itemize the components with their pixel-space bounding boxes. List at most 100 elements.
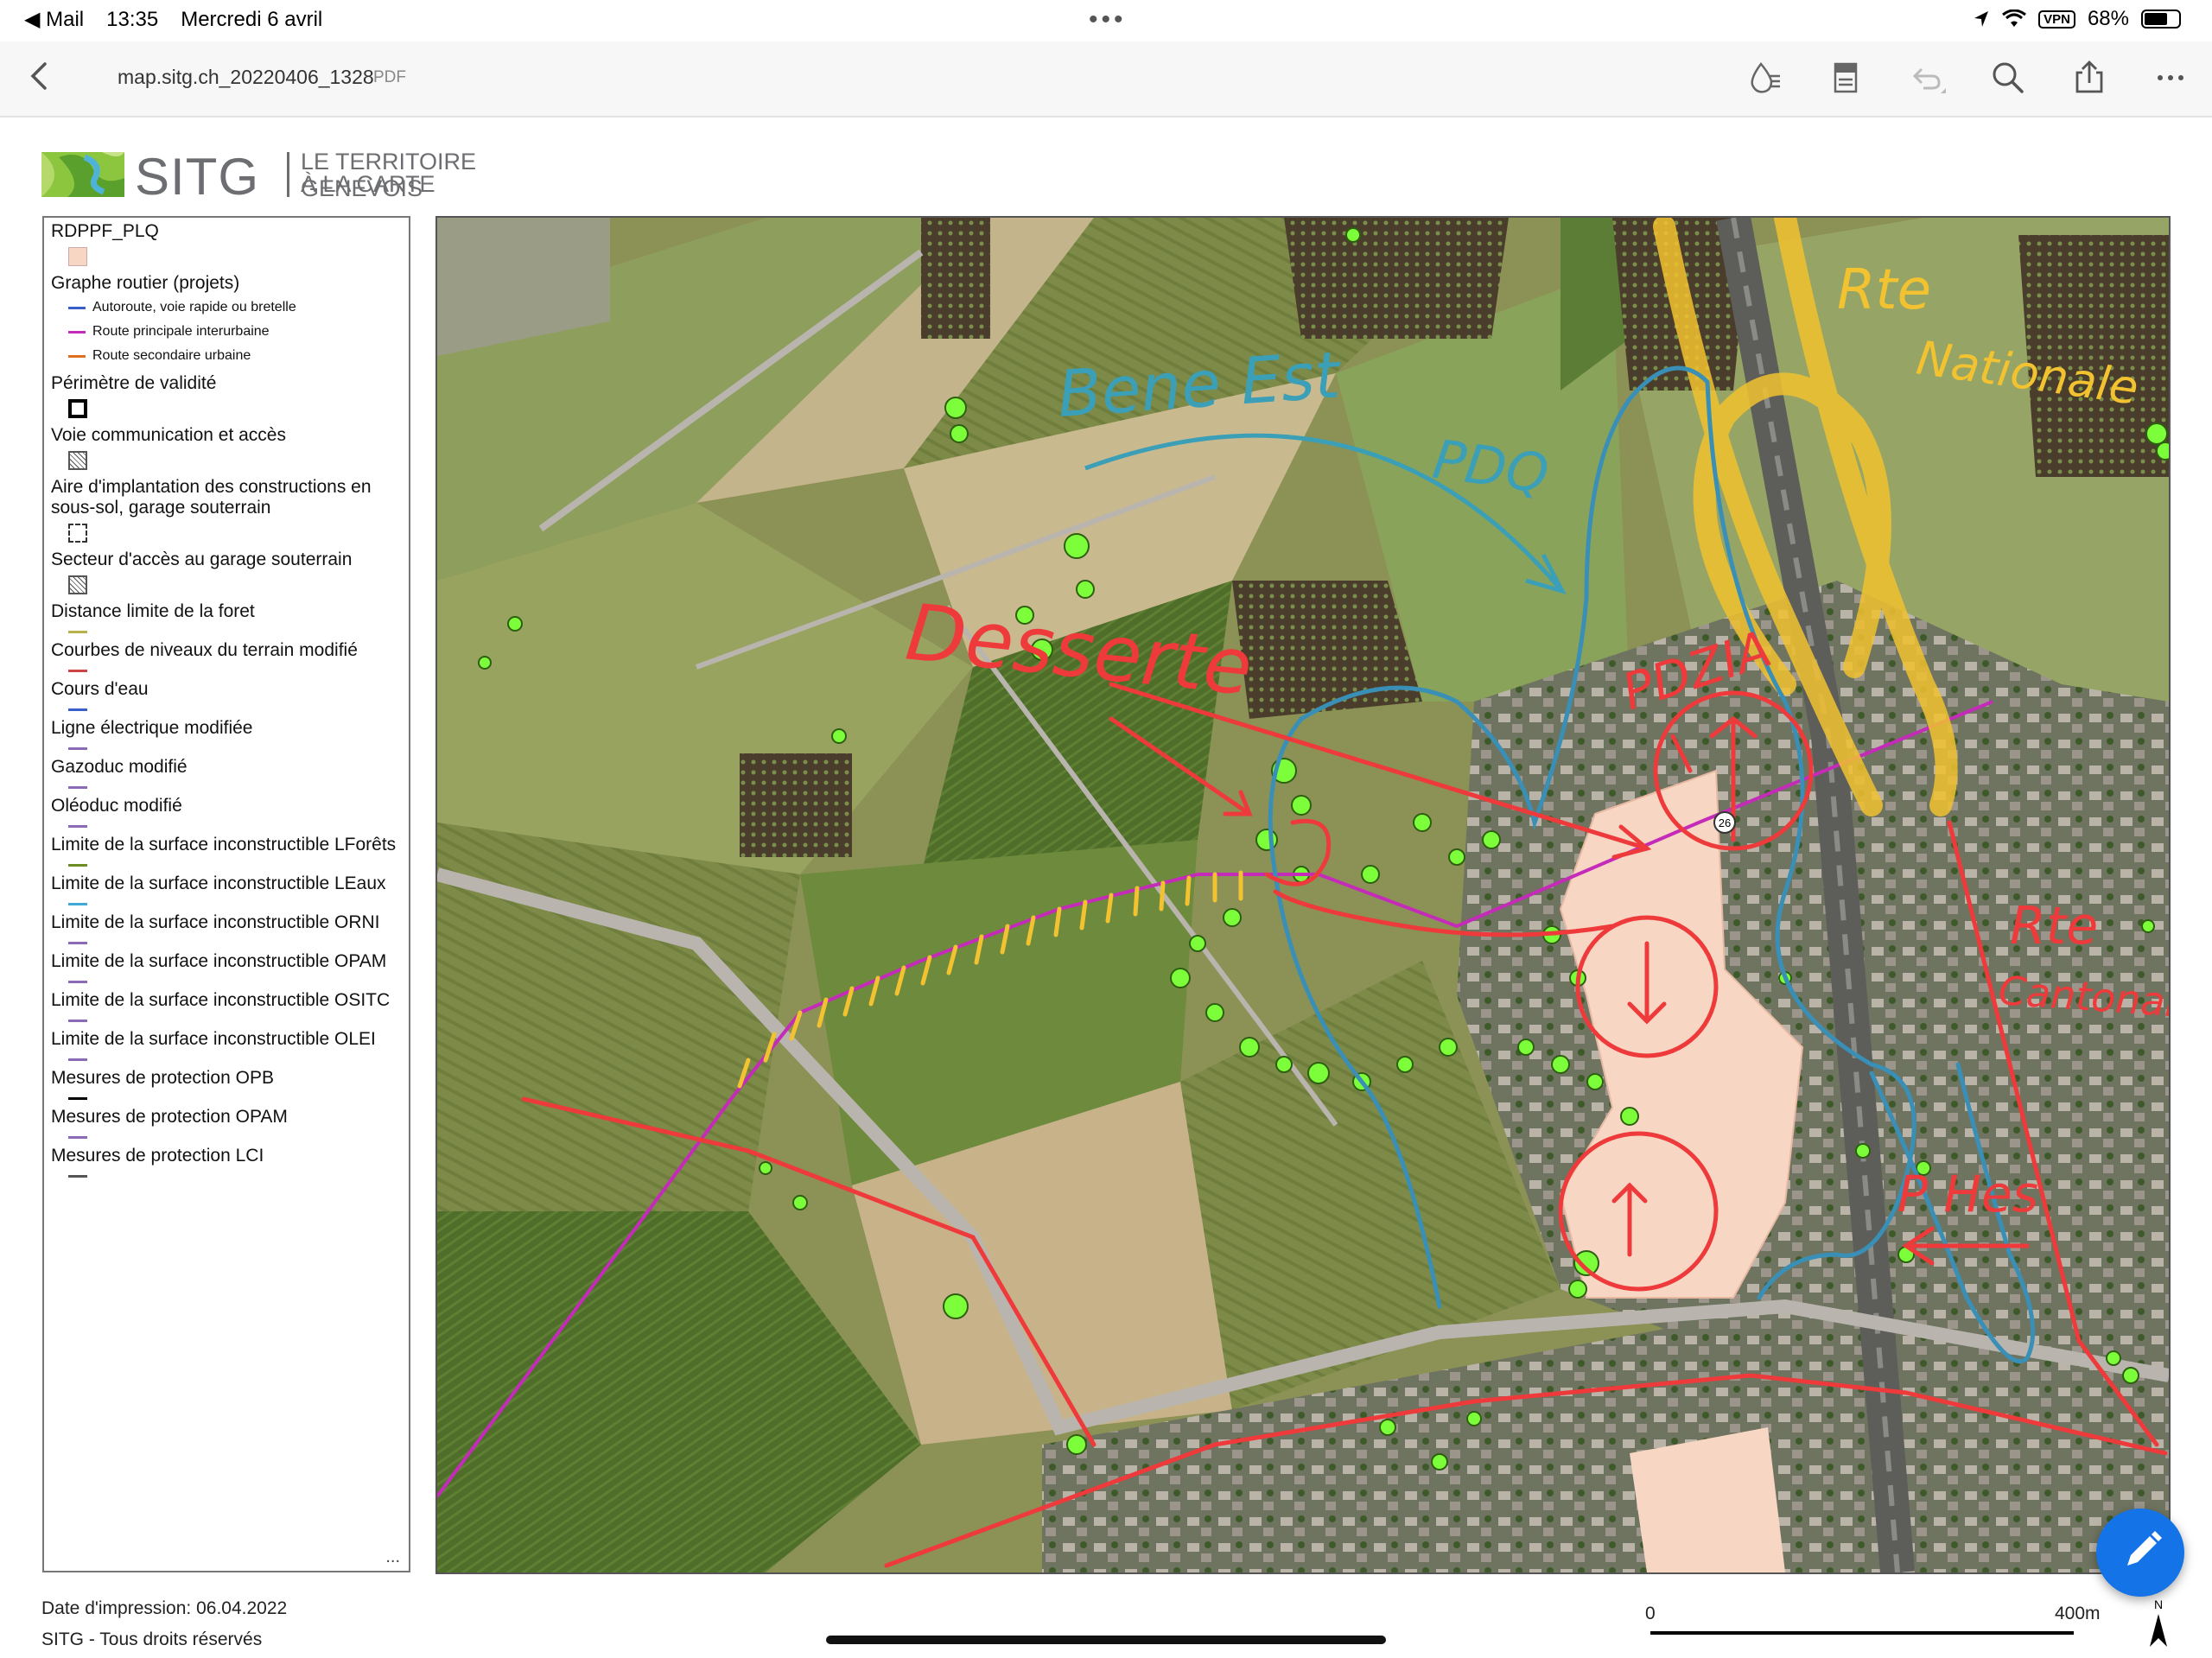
- legend-item-label: Graphe routier (projets): [51, 273, 240, 293]
- legend-item-label: Mesures de protection LCI: [51, 1146, 264, 1166]
- legend-symbol: [68, 942, 87, 944]
- legend-item: Mesures de protection OPAM: [51, 1107, 409, 1139]
- map-legend: RDPPF_PLQ Graphe routier (projets) Autorou…: [42, 216, 410, 1572]
- legend-symbol: [68, 247, 87, 266]
- search-icon[interactable]: [1989, 59, 2027, 97]
- legend-item: RDPPF_PLQ: [51, 221, 409, 266]
- legend-subitem-label: Route principale interurbaine: [92, 324, 270, 339]
- legend-item: Mesures de protection LCI: [51, 1146, 409, 1178]
- legend-more-indicator[interactable]: ...: [385, 1547, 400, 1567]
- copyright-text: SITG - Tous droits réservés: [41, 1629, 263, 1649]
- legend-item: Oléoduc modifié: [51, 796, 409, 828]
- label-rte-red: Rte: [2010, 896, 2098, 956]
- reader-mode-icon[interactable]: [1827, 59, 1865, 97]
- legend-item-label: Périmètre de validité: [51, 373, 217, 393]
- sitg-logo-mark-icon: [41, 152, 124, 197]
- aerial-map[interactable]: 26 Bene Est PDQ Desserte PDZIA Rte Natio…: [435, 216, 2171, 1574]
- legend-item: Limite de la surface inconstructible LEa…: [51, 873, 409, 905]
- legend-item-label: Ligne électrique modifiée: [51, 718, 253, 738]
- legend-item-label: Limite de la surface inconstructible OSI…: [51, 990, 391, 1010]
- legend-symbol: [68, 1175, 87, 1178]
- north-label: N: [2154, 1598, 2163, 1611]
- legend-symbol: [68, 631, 87, 633]
- legend-subitem-label: Route secondaire urbaine: [92, 348, 251, 363]
- legend-item: Distance limite de la foret: [51, 601, 409, 633]
- legend-item: Aire d'implantation des constructions en…: [51, 477, 409, 543]
- location-icon: [1974, 11, 1989, 27]
- legend-line-swatch: [68, 330, 86, 334]
- scale-start-label: 0: [1645, 1604, 1656, 1623]
- legend-symbol: [68, 708, 87, 711]
- legend-symbol: [68, 670, 87, 672]
- plq-area: [1630, 1427, 1785, 1572]
- legend-item: Mesures de protection OPB: [51, 1068, 409, 1100]
- legend-item: Limite de la surface inconstructible OSI…: [51, 990, 409, 1022]
- legend-item-label: Limite de la surface inconstructible LEa…: [51, 873, 386, 893]
- label-pmes: P Hes: [1897, 1165, 2038, 1223]
- legend-symbol: [68, 864, 87, 867]
- share-icon[interactable]: [2070, 59, 2108, 97]
- logo-tagline-2: À LA CARTE: [301, 171, 435, 197]
- battery-icon: [2141, 10, 2181, 29]
- edit-pencil-button[interactable]: [2096, 1509, 2184, 1597]
- status-time: 13:35: [106, 7, 159, 31]
- back-chevron-icon[interactable]: [22, 59, 57, 93]
- legend-item-label: Secteur d'accès au garage souterrain: [51, 549, 353, 569]
- legend-symbol: [68, 1097, 87, 1100]
- legend-item-label: Gazoduc modifié: [51, 757, 188, 777]
- logo-separator: [287, 152, 289, 197]
- legend-item-label: Limite de la surface inconstructible ORN…: [51, 912, 380, 932]
- back-to-app-link[interactable]: ◀ Mail: [24, 7, 84, 32]
- legend-item: Limite de la surface inconstructible LFo…: [51, 835, 409, 867]
- legend-symbol: [68, 825, 87, 828]
- north-arrow-icon: N: [2150, 1598, 2167, 1647]
- legend-symbol: [68, 747, 87, 750]
- legend-symbol: [68, 981, 87, 983]
- legend-symbol: [68, 1136, 87, 1139]
- legend-item-label: Distance limite de la foret: [51, 601, 255, 621]
- legend-item: Cours d'eau: [51, 679, 409, 711]
- legend-item-label: Aire d'implantation des constructions en…: [51, 477, 372, 518]
- legend-subitem-label: Autoroute, voie rapide ou bretelle: [92, 300, 296, 314]
- legend-item-label: Courbes de niveaux du terrain modifié: [51, 640, 358, 660]
- status-date: Mercredi 6 avril: [181, 7, 323, 31]
- legend-item-label: Voie communication et accès: [51, 425, 286, 445]
- scale-end-label: 400m: [2055, 1604, 2101, 1623]
- legend-symbol: [68, 524, 87, 543]
- legend-item-label: Limite de la surface inconstructible OLE…: [51, 1029, 376, 1049]
- legend-line-swatch: [68, 306, 86, 309]
- legend-item-label: Mesures de protection OPAM: [51, 1107, 288, 1127]
- home-indicator[interactable]: [826, 1636, 1386, 1644]
- vpn-badge: VPN: [2038, 10, 2075, 29]
- pdf-page: SITG LE TERRITOIRE GENEVOIS À LA CARTE R…: [0, 118, 2212, 1658]
- scale-bar: 0 400m: [1645, 1604, 2112, 1647]
- document-type-badge: PDF: [373, 68, 406, 86]
- legend-item-label: Oléoduc modifié: [51, 796, 182, 816]
- legend-item: Limite de la surface inconstructible ORN…: [51, 912, 409, 944]
- legend-subitem: Route principale interurbaine: [68, 321, 409, 342]
- status-bar: ◀ Mail 13:35 Mercredi 6 avril ••• VPN 68…: [0, 0, 2212, 41]
- multitasking-dots-icon[interactable]: •••: [1089, 5, 1127, 35]
- ink-drop-icon[interactable]: [1745, 59, 1783, 97]
- more-options-icon[interactable]: [2152, 59, 2190, 97]
- battery-percent: 68%: [2087, 7, 2129, 30]
- logo-wordmark: SITG: [135, 148, 260, 206]
- forest-area: [921, 218, 990, 339]
- legend-item-label: RDPPF_PLQ: [51, 221, 159, 241]
- legend-item-label: Limite de la surface inconstructible OPA…: [51, 951, 387, 971]
- legend-symbol: [68, 575, 87, 594]
- legend-item: Gazoduc modifié: [51, 757, 409, 789]
- legend-item: Voie communication et accès: [51, 425, 409, 470]
- sitg-logo: SITG LE TERRITOIRE GENEVOIS À LA CARTE: [41, 147, 594, 206]
- undo-icon[interactable]: [1908, 59, 1946, 97]
- legend-symbol: [68, 903, 87, 905]
- pencil-icon: [2127, 1531, 2162, 1566]
- legend-item: Limite de la surface inconstructible OLE…: [51, 1029, 409, 1061]
- legend-symbol: [68, 786, 87, 789]
- legend-item: Ligne électrique modifiée: [51, 718, 409, 750]
- map-canvas: 26 Bene Est PDQ Desserte PDZIA Rte Natio…: [437, 218, 2169, 1572]
- legend-item: Périmètre de validité: [51, 373, 409, 418]
- legend-item: Secteur d'accès au garage souterrain: [51, 549, 409, 594]
- document-title: map.sitg.ch_20220406_1328: [118, 66, 374, 88]
- legend-item: Graphe routier (projets) Autoroute, voie …: [51, 273, 409, 366]
